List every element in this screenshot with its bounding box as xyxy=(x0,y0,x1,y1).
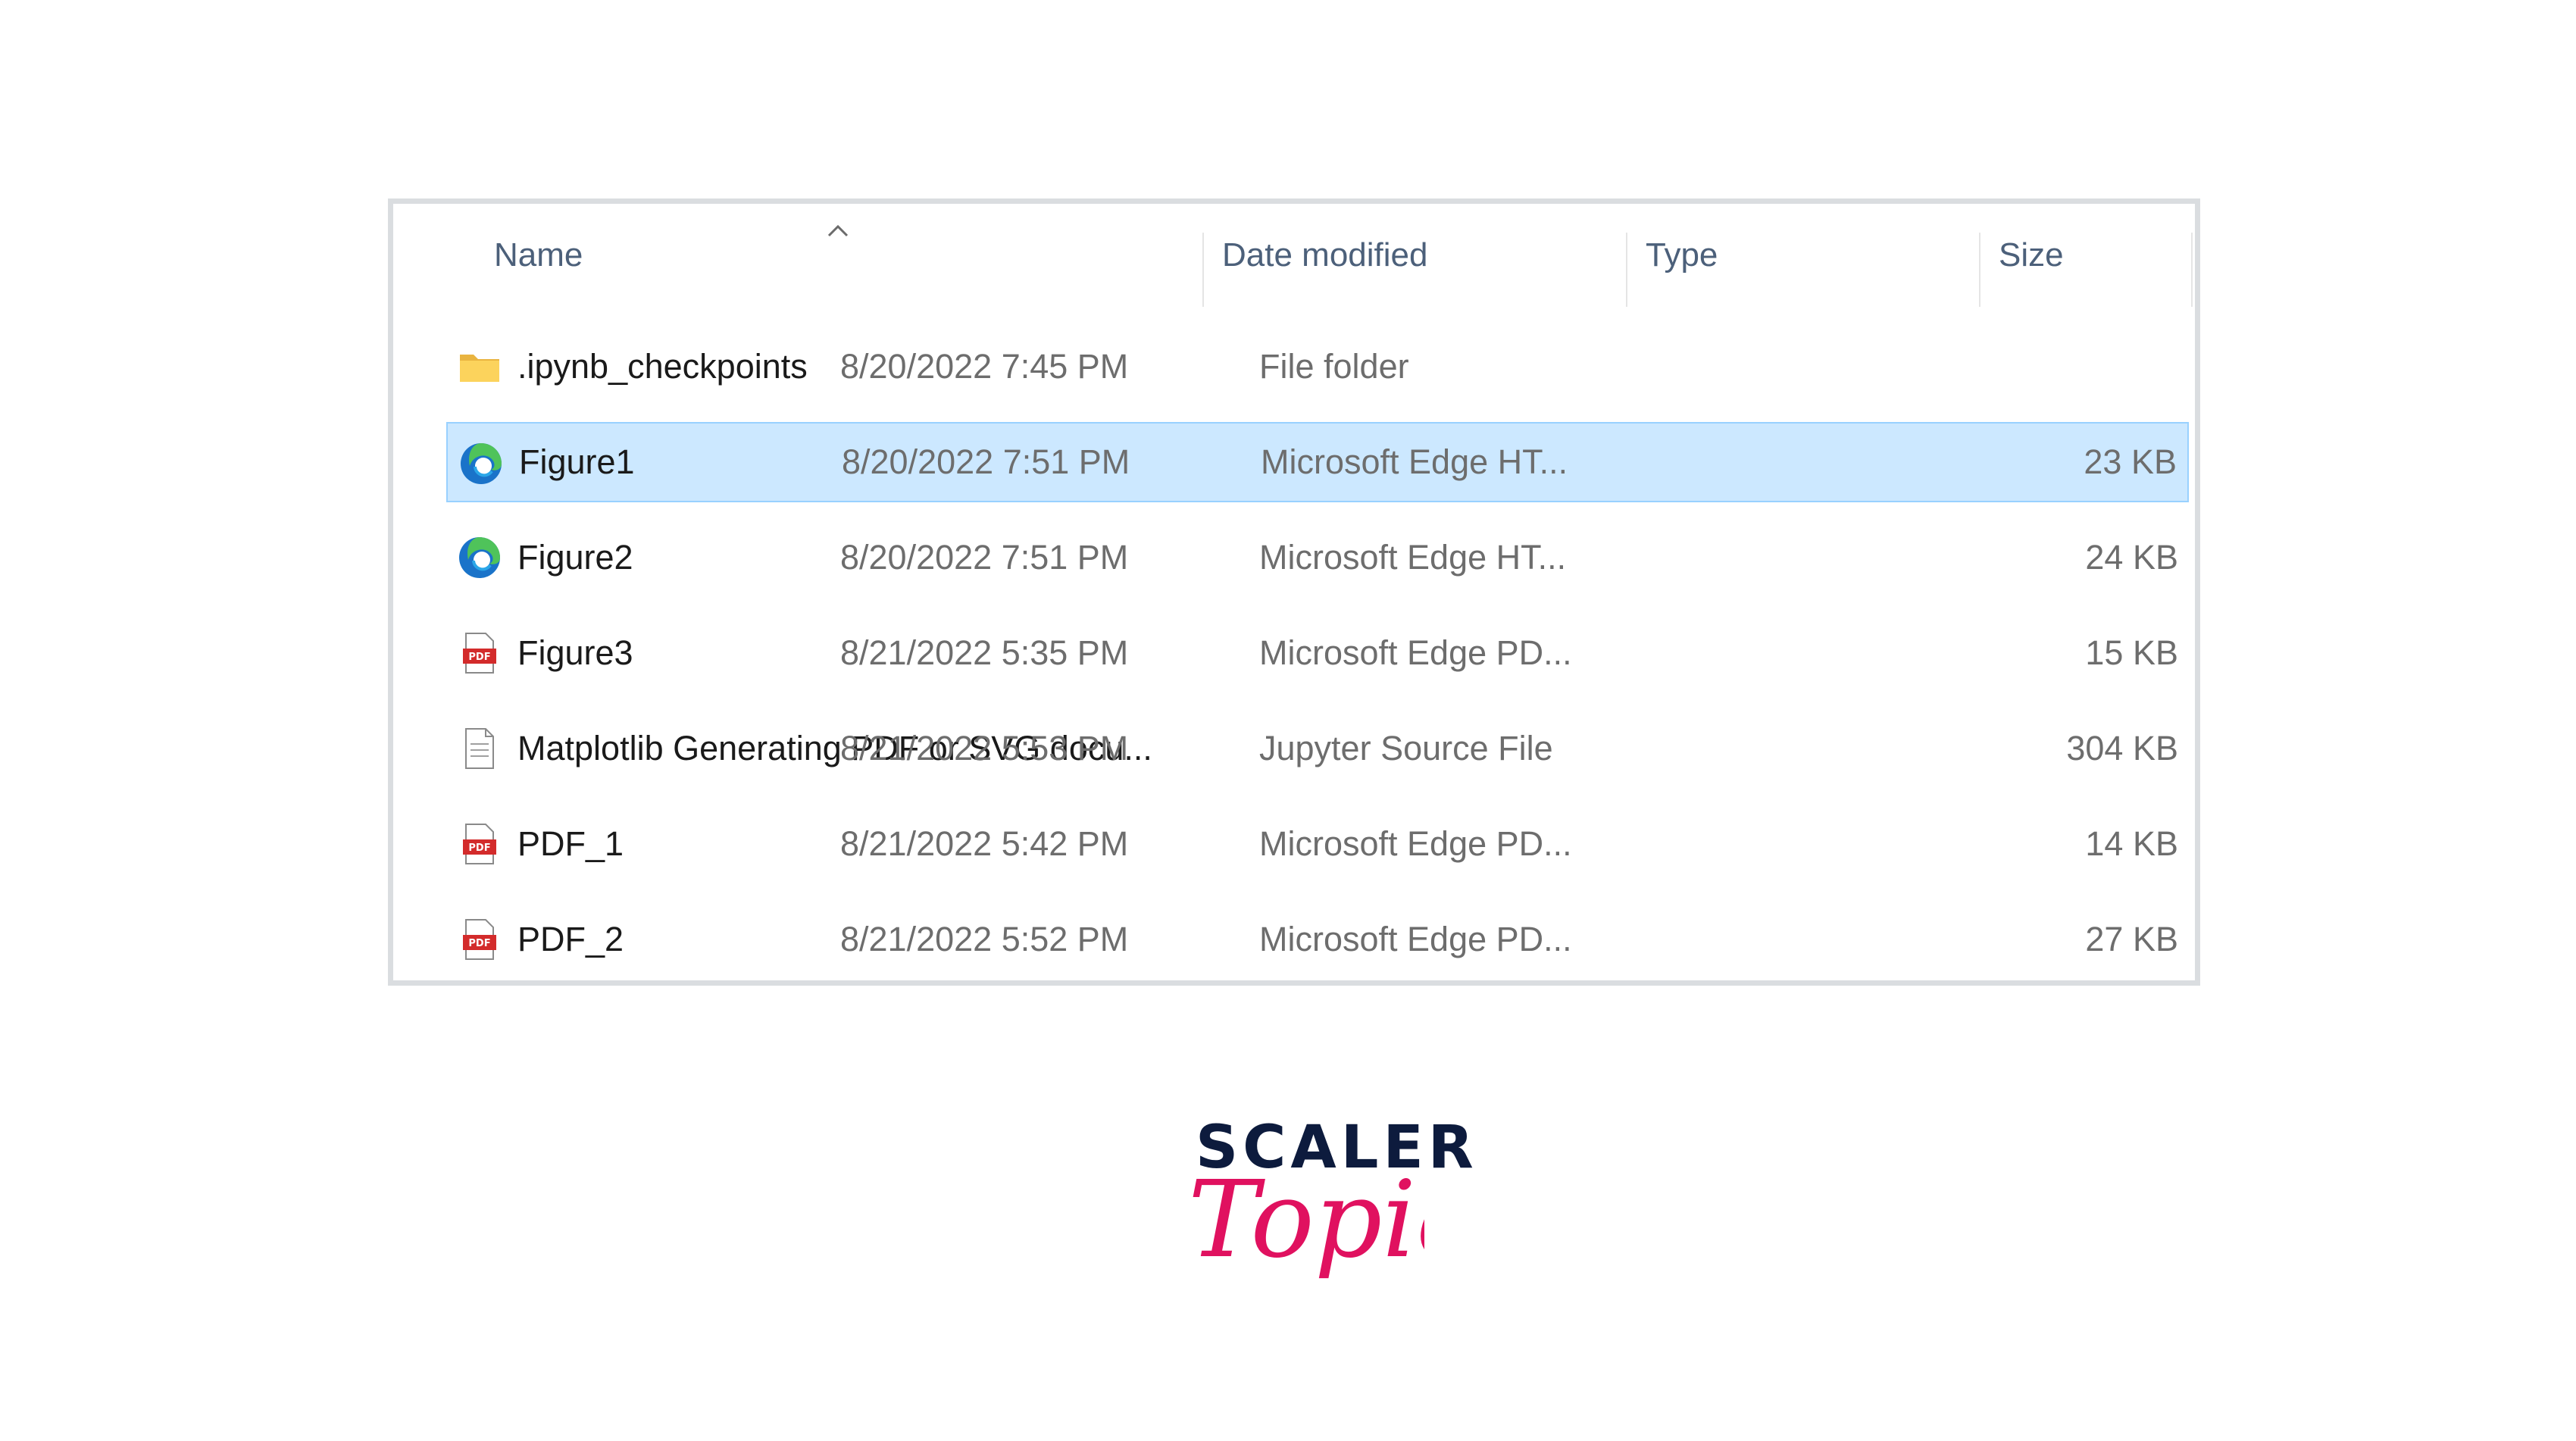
file-date-modified: 8/20/2022 7:51 PM xyxy=(840,538,1129,577)
file-name: Figure1 xyxy=(519,442,635,481)
file-row-selected[interactable]: Figure1 8/20/2022 7:51 PM Microsoft Edge… xyxy=(446,422,2189,502)
file-type: Microsoft Edge PD... xyxy=(1259,920,1572,958)
column-header-type-label: Type xyxy=(1646,236,1718,274)
file-size: 23 KB xyxy=(2084,442,2177,481)
column-header-size[interactable]: Size xyxy=(1999,204,2196,307)
pdf-icon: PDF xyxy=(463,919,496,960)
file-type: File folder xyxy=(1259,347,1409,386)
file-size: 27 KB xyxy=(2085,920,2178,958)
file-date-modified: 8/21/2022 5:52 PM xyxy=(840,920,1129,958)
svg-text:PDF: PDF xyxy=(468,842,490,854)
file-name: Figure2 xyxy=(517,538,633,577)
column-divider[interactable] xyxy=(1202,233,1204,307)
sort-ascending-icon xyxy=(827,224,849,237)
file-size: 304 KB xyxy=(2066,729,2178,767)
column-header-type[interactable]: Type xyxy=(1646,204,1979,307)
column-divider[interactable] xyxy=(1626,233,1627,307)
column-header-name[interactable]: Name xyxy=(494,204,873,307)
file-row[interactable]: Matplotlib Generating PDF or SVG docu...… xyxy=(446,708,2189,789)
column-header-name-label: Name xyxy=(494,236,583,274)
edge-icon xyxy=(459,537,500,578)
column-header-row: Name Date modified Type Size xyxy=(393,204,2195,307)
edge-icon xyxy=(461,443,502,484)
file-date-modified: 8/20/2022 7:45 PM xyxy=(840,347,1129,386)
file-size: 24 KB xyxy=(2085,538,2178,577)
file-row[interactable]: PDF PDF_2 8/21/2022 5:52 PM Microsoft Ed… xyxy=(446,899,2189,980)
column-divider[interactable] xyxy=(2191,233,2193,307)
file-type: Microsoft Edge HT... xyxy=(1261,442,1568,481)
svg-text:PDF: PDF xyxy=(468,652,490,663)
file-explorer-details-view: Name Date modified Type Size .ipynb_chec… xyxy=(388,198,2200,986)
file-type: Microsoft Edge HT... xyxy=(1259,538,1567,577)
svg-text:PDF: PDF xyxy=(468,938,490,949)
column-divider[interactable] xyxy=(1979,233,1980,307)
logo-script-text: Topics xyxy=(1188,1167,1424,1282)
scaler-topics-logo: SCALER Topics xyxy=(1182,1114,1474,1311)
file-date-modified: 8/21/2022 5:53 PM xyxy=(840,729,1129,767)
file-row[interactable]: PDF Figure3 8/21/2022 5:35 PM Microsoft … xyxy=(446,613,2189,693)
file-type: Jupyter Source File xyxy=(1259,729,1553,767)
logo-script-topics: Topics xyxy=(1188,1167,1424,1282)
file-size: 15 KB xyxy=(2085,633,2178,672)
file-name: Figure3 xyxy=(517,633,633,672)
file-date-modified: 8/21/2022 5:42 PM xyxy=(840,824,1129,863)
file-type: Microsoft Edge PD... xyxy=(1259,633,1572,672)
column-header-date[interactable]: Date modified xyxy=(1222,204,1616,307)
pdf-icon: PDF xyxy=(463,824,496,864)
file-date-modified: 8/21/2022 5:35 PM xyxy=(840,633,1129,672)
document-icon xyxy=(465,728,494,769)
pdf-icon: PDF xyxy=(463,633,496,674)
file-name: PDF_1 xyxy=(517,824,624,863)
folder-icon xyxy=(460,355,499,382)
file-row[interactable]: Figure2 8/20/2022 7:51 PM Microsoft Edge… xyxy=(446,517,2189,598)
file-name: .ipynb_checkpoints xyxy=(517,347,808,386)
file-date-modified: 8/20/2022 7:51 PM xyxy=(842,442,1130,481)
file-type: Microsoft Edge PD... xyxy=(1259,824,1572,863)
column-header-date-label: Date modified xyxy=(1222,236,1428,274)
column-header-size-label: Size xyxy=(1999,236,2064,274)
file-name: PDF_2 xyxy=(517,920,624,958)
file-row[interactable]: PDF PDF_1 8/21/2022 5:42 PM Microsoft Ed… xyxy=(446,804,2189,884)
file-size: 14 KB xyxy=(2085,824,2178,863)
file-row[interactable]: .ipynb_checkpoints 8/20/2022 7:45 PM Fil… xyxy=(446,327,2189,407)
